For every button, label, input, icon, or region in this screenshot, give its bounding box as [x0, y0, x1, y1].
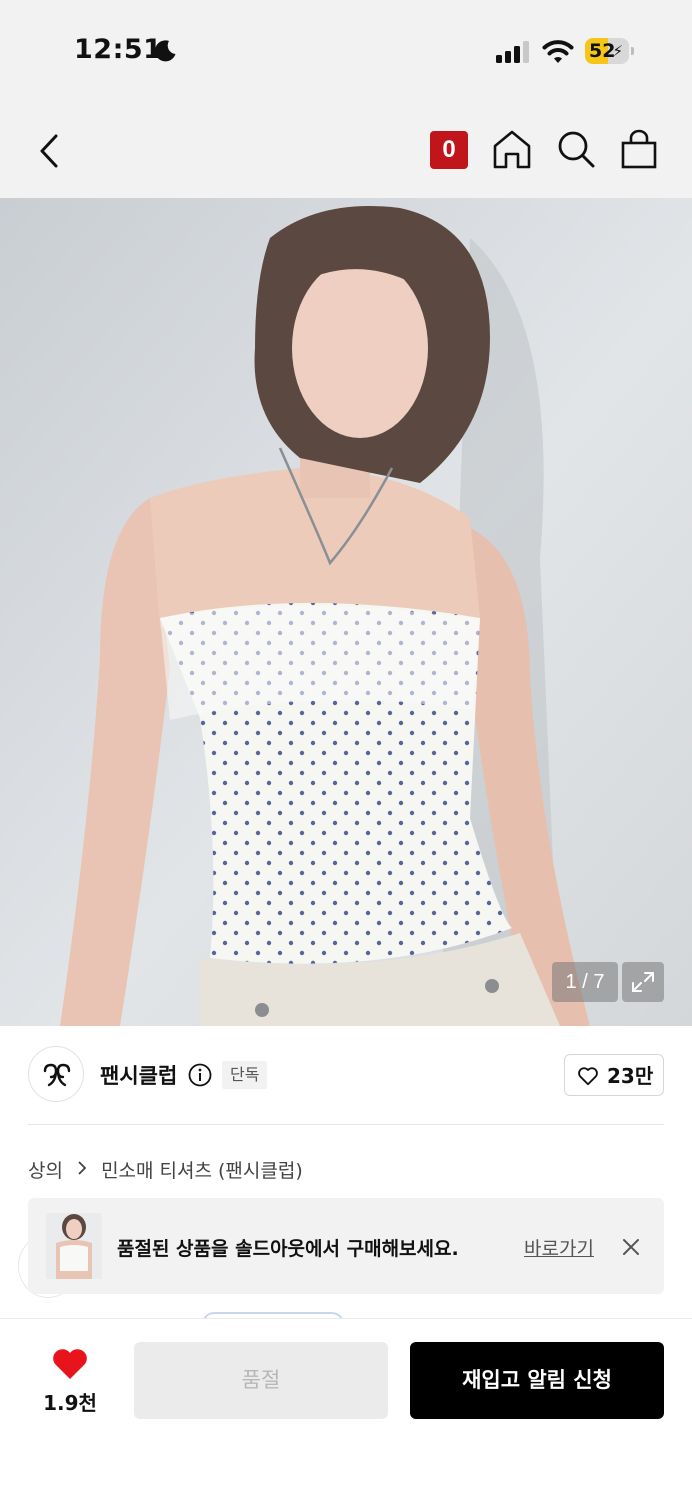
- back-arrow-icon[interactable]: [30, 130, 72, 172]
- charging-bolt-icon: ⚡: [612, 42, 623, 60]
- home-icon[interactable]: [491, 128, 533, 170]
- info-icon[interactable]: [188, 1063, 212, 1087]
- brand-like-button[interactable]: 23만: [564, 1054, 664, 1096]
- status-bar: 12:51 52 ⚡: [0, 0, 692, 100]
- shopping-bag-icon[interactable]: [618, 128, 660, 170]
- close-icon[interactable]: [620, 1236, 642, 1258]
- restock-alert-button[interactable]: 재입고 알림 신청: [410, 1342, 664, 1419]
- moon-icon: [154, 40, 176, 62]
- exclusive-badge: 단독: [222, 1061, 268, 1089]
- heart-filled-icon[interactable]: [52, 1347, 88, 1381]
- chevron-right-icon: [77, 1159, 87, 1181]
- breadcrumb-subcategory[interactable]: 민소매 티셔츠 (팬시클럽): [101, 1156, 303, 1183]
- expand-icon: [632, 972, 654, 992]
- bottom-action-bar: 1.9천 품절 재입고 알림 신청: [0, 1318, 692, 1500]
- cellular-signal-icon: [496, 41, 529, 63]
- image-counter: 1 / 7: [552, 962, 618, 1002]
- banner-message: 품절된 상품을 솔드아웃에서 구매해보세요.: [117, 1238, 459, 1260]
- product-photo: [0, 198, 692, 1026]
- expand-button[interactable]: [622, 962, 664, 1002]
- brand-name[interactable]: 팬시클럽: [100, 1060, 177, 1090]
- brand-row: 팬시클럽 단독 23만: [0, 1026, 692, 1126]
- cart-count-badge[interactable]: 0: [430, 131, 468, 169]
- divider: [28, 1124, 664, 1125]
- brand-like-count: 23만: [607, 1064, 654, 1088]
- banner-shortcut-link[interactable]: 바로가기: [524, 1234, 594, 1261]
- battery-icon: 52 ⚡: [585, 38, 635, 64]
- search-icon[interactable]: [555, 128, 597, 170]
- banner-thumbnail: [46, 1213, 102, 1279]
- heart-outline-icon: [578, 1067, 598, 1086]
- soldout-banner: 품절된 상품을 솔드아웃에서 구매해보세요. 바로가기: [28, 1198, 664, 1294]
- product-image[interactable]: [0, 198, 692, 1026]
- status-time: 12:51: [74, 34, 163, 65]
- breadcrumb: 상의 민소매 티셔츠 (팬시클럽): [28, 1156, 303, 1183]
- wifi-icon: [542, 40, 574, 63]
- wish-count: 1.9천: [43, 1391, 97, 1415]
- brand-logo-icon[interactable]: [28, 1046, 84, 1102]
- breadcrumb-category[interactable]: 상의: [28, 1156, 63, 1183]
- soldout-button: 품절: [134, 1342, 388, 1419]
